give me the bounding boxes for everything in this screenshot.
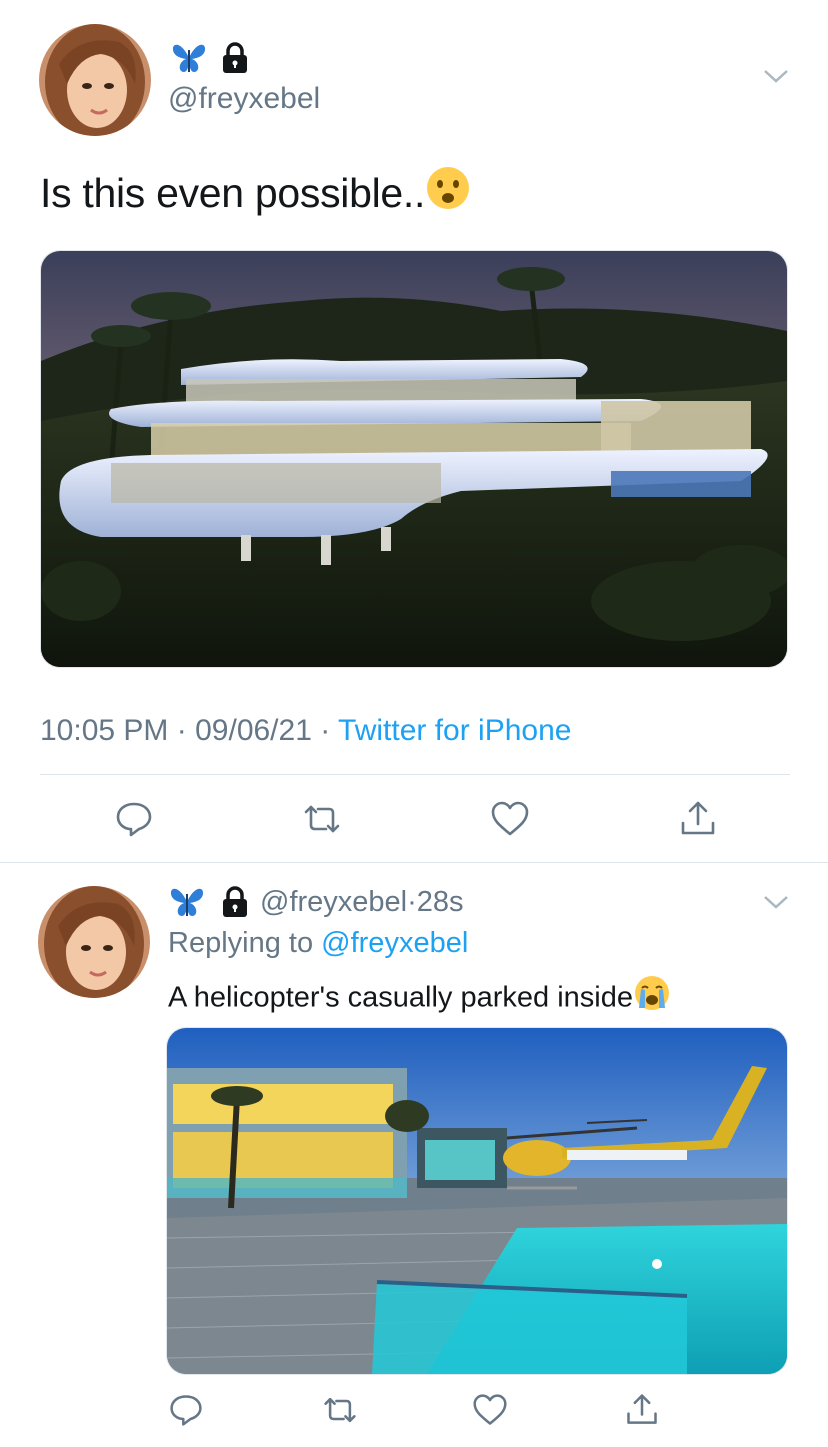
like-button[interactable] [486, 795, 534, 843]
comment-icon [116, 802, 152, 837]
lock-icon [220, 886, 250, 918]
reply-button[interactable] [110, 795, 158, 843]
tweet-text-content: Is this even possible.. [40, 170, 426, 216]
butterfly-icon [170, 40, 208, 76]
heart-icon [491, 801, 529, 836]
meta-separator: · [407, 886, 417, 918]
like-button[interactable] [466, 1386, 514, 1434]
retweet-icon [324, 1397, 356, 1423]
tweet-text-content: A helicopter's casually parked inside [168, 981, 633, 1014]
share-icon [627, 1394, 657, 1424]
replying-to: Replying to @freyxebel [168, 927, 468, 960]
share-icon [681, 801, 715, 835]
tweet-image[interactable] [166, 1027, 788, 1375]
reply-header: @freyxebel·28s [260, 886, 464, 919]
tweet-meta: 10:05 PM · 09/06/21 · Twitter for iPhone [40, 714, 571, 748]
retweet-icon [304, 805, 340, 833]
comment-icon [170, 1395, 202, 1426]
share-button[interactable] [674, 795, 722, 843]
author-handle[interactable]: @freyxebel [260, 886, 407, 918]
divider [0, 862, 828, 863]
author-handle[interactable]: @freyxebel [168, 82, 320, 116]
retweet-button[interactable] [316, 1386, 364, 1434]
butterfly-icon [168, 884, 206, 920]
divider [40, 774, 790, 775]
meta-separator: · [176, 714, 187, 747]
tweet-time: 10:05 PM [40, 714, 169, 747]
retweet-button[interactable] [298, 795, 346, 843]
tweet-age: 28s [416, 886, 464, 918]
tweet-source-link[interactable]: Twitter for iPhone [338, 714, 571, 747]
replying-prefix: Replying to [168, 927, 314, 959]
meta-separator: · [320, 714, 331, 747]
lock-icon [220, 42, 250, 74]
heart-icon [473, 1394, 507, 1425]
tweet-text: Is this even possible.. [40, 167, 471, 221]
avatar[interactable] [39, 24, 151, 136]
chevron-down-icon[interactable] [762, 892, 790, 912]
crying-face-icon [633, 976, 671, 1020]
frowning-face-icon [425, 167, 471, 221]
tweet-date: 09/06/21 [195, 714, 312, 747]
share-button[interactable] [618, 1386, 666, 1434]
chevron-down-icon[interactable] [762, 66, 790, 86]
tweet-text: A helicopter's casually parked inside [168, 976, 671, 1020]
replying-handle-link[interactable]: @freyxebel [321, 927, 468, 959]
avatar[interactable] [38, 886, 150, 998]
tweet-image[interactable] [40, 250, 788, 668]
reply-button[interactable] [162, 1386, 210, 1434]
